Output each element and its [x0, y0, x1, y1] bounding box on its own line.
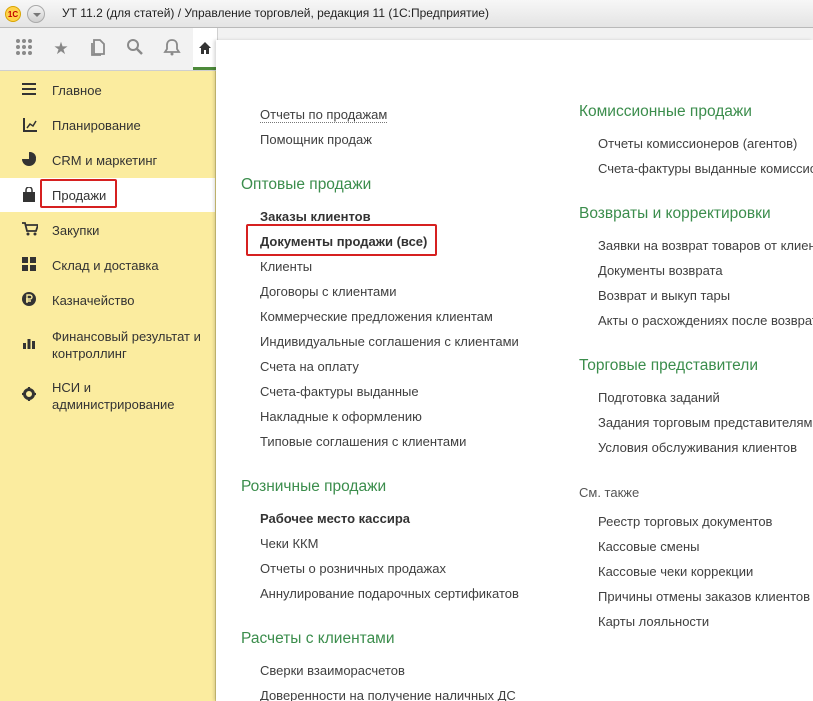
- warehouse-grid-icon: [22, 257, 38, 273]
- link-container-return[interactable]: Возврат и выкуп тары: [598, 288, 730, 303]
- link-commissioner-reports[interactable]: Отчеты комиссионеров (агентов): [598, 136, 797, 151]
- link-waybills-pending[interactable]: Накладные к оформлению: [260, 409, 422, 424]
- section-title-retail: Розничные продажи: [241, 478, 387, 495]
- link-issued-vat-invoices[interactable]: Счета-фактуры выданные: [260, 384, 419, 399]
- sidebar-item-label: Финансовый результат и контроллинг: [52, 329, 201, 361]
- link-trade-docs-registry[interactable]: Реестр торговых документов: [598, 514, 772, 529]
- link-standard-agreements[interactable]: Типовые соглашения с клиентами: [260, 434, 466, 449]
- search-icon[interactable]: [124, 38, 146, 60]
- sidebar-item-purchases[interactable]: Закупки: [0, 220, 215, 242]
- bar-chart-icon: [22, 336, 38, 352]
- link-customer-orders[interactable]: Заказы клиентов: [260, 209, 371, 224]
- highlight-frame: [40, 179, 117, 208]
- home-icon: [198, 41, 212, 58]
- sidebar-item-label: Главное: [52, 83, 102, 98]
- highlight-frame: [246, 224, 437, 256]
- section-title-returns: Возвраты и корректировки: [579, 205, 771, 222]
- link-gift-cert-cancel[interactable]: Аннулирование подарочных сертификатов: [260, 586, 519, 601]
- ruble-icon: [22, 292, 38, 308]
- planning-chart-icon: [22, 117, 38, 133]
- sidebar-item-crm[interactable]: CRM и маркетинг: [0, 150, 215, 172]
- link-client-contracts[interactable]: Договоры с клиентами: [260, 284, 396, 299]
- link-commercial-offers[interactable]: Коммерческие предложения клиентам: [260, 309, 493, 324]
- gear-icon: [22, 387, 38, 403]
- link-clients[interactable]: Клиенты: [260, 259, 312, 274]
- sidebar-item-label: НСИ и администрирование: [52, 380, 175, 412]
- shopping-bag-icon: [22, 186, 38, 203]
- section-title-wholesale: Оптовые продажи: [241, 176, 372, 193]
- sidebar-item-label: Склад и доставка: [52, 258, 159, 273]
- main-menu-button[interactable]: [27, 5, 45, 23]
- menu-lines-icon: [22, 82, 38, 98]
- link-rep-tasks[interactable]: Задания торговым представителям: [598, 415, 812, 430]
- sidebar-item-label: Казначейство: [52, 293, 135, 308]
- section-title-sales-reps: Торговые представители: [579, 357, 758, 374]
- see-also-heading: См. также: [579, 485, 640, 500]
- link-kkm-receipts[interactable]: Чеки ККМ: [260, 536, 318, 551]
- window-title-bar: 1С УТ 11.2 (для статей) / Управление тор…: [0, 0, 813, 28]
- sidebar-item-label: Планирование: [52, 118, 141, 133]
- sidebar-item-warehouse[interactable]: Склад и доставка: [0, 255, 215, 277]
- link-service-conditions[interactable]: Условия обслуживания клиентов: [598, 440, 797, 455]
- window-title: УТ 11.2 (для статей) / Управление торгов…: [62, 6, 489, 20]
- sidebar-item-treasury[interactable]: Казначейство: [0, 290, 215, 312]
- section-content: Отчеты по продажам Помощник продаж Оптов…: [216, 40, 813, 701]
- active-tab-indicator: [193, 67, 217, 70]
- link-return-documents[interactable]: Документы возврата: [598, 263, 723, 278]
- sidebar-item-admin[interactable]: НСИ и администрирование: [0, 376, 215, 414]
- bell-icon[interactable]: [161, 38, 183, 60]
- link-correction-receipts[interactable]: Кассовые чеки коррекции: [598, 564, 753, 579]
- link-sales-reports[interactable]: Отчеты по продажам: [260, 107, 388, 123]
- link-commissioner-vat-invoices[interactable]: Счета-фактуры выданные комиссионерам: [598, 161, 813, 176]
- apps-grid-icon[interactable]: [13, 38, 35, 60]
- link-reconciliations[interactable]: Сверки взаиморасчетов: [260, 663, 405, 678]
- link-individual-agreements[interactable]: Индивидуальные соглашения с клиентами: [260, 334, 519, 349]
- link-order-cancel-reasons[interactable]: Причины отмены заказов клиентов: [598, 589, 810, 604]
- sidebar-item-planning[interactable]: Планирование: [0, 115, 215, 137]
- sidebar-item-finance[interactable]: Финансовый результат и контроллинг: [0, 325, 215, 363]
- sidebar-item-main[interactable]: Главное: [0, 80, 215, 102]
- history-icon[interactable]: [87, 38, 109, 60]
- sections-panel: Главное Планирование CRM и маркетинг Про…: [0, 71, 216, 701]
- link-loyalty-cards[interactable]: Карты лояльности: [598, 614, 709, 629]
- link-discrepancy-acts[interactable]: Акты о расхождениях после возврата: [598, 313, 813, 328]
- link-sales-assistant[interactable]: Помощник продаж: [260, 132, 372, 147]
- app-logo-icon: 1С: [5, 6, 21, 22]
- star-icon[interactable]: ★: [50, 38, 72, 60]
- pie-chart-icon: [22, 152, 38, 168]
- sidebar-item-label: Закупки: [52, 223, 100, 238]
- link-retail-reports[interactable]: Отчеты о розничных продажах: [260, 561, 446, 576]
- cart-icon: [22, 222, 40, 238]
- section-title-commission: Комиссионные продажи: [579, 103, 752, 120]
- link-invoices[interactable]: Счета на оплату: [260, 359, 359, 374]
- section-title-settlements: Расчеты с клиентами: [241, 630, 395, 647]
- sidebar-item-label: CRM и маркетинг: [52, 153, 158, 168]
- link-cash-powers-of-attorney[interactable]: Доверенности на получение наличных ДС: [260, 688, 516, 701]
- link-task-preparation[interactable]: Подготовка заданий: [598, 390, 720, 405]
- link-cashier-workplace[interactable]: Рабочее место кассира: [260, 511, 410, 526]
- home-tab[interactable]: [193, 28, 218, 70]
- link-cash-shifts[interactable]: Кассовые смены: [598, 539, 699, 554]
- link-return-requests[interactable]: Заявки на возврат товаров от клиентов: [598, 238, 813, 253]
